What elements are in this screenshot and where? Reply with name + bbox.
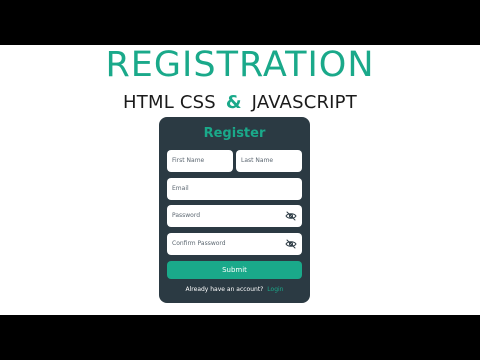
- subtitle-left: HTML CSS: [123, 92, 216, 113]
- account-prompt: Already have an account? Login: [159, 287, 310, 293]
- password-placeholder: Password: [172, 212, 201, 219]
- register-card: Register First Name Last Name Email Pass…: [159, 117, 310, 303]
- first-name-placeholder: First Name: [172, 157, 205, 164]
- eye-slash-icon[interactable]: [285, 239, 297, 249]
- submit-label: Submit: [222, 265, 247, 274]
- register-title: Register: [203, 126, 266, 141]
- confirm-password-field[interactable]: Confirm Password: [167, 233, 302, 255]
- page-subtitle: HTML CSS & JAVASCRIPT: [0, 94, 480, 112]
- email-field[interactable]: Email: [167, 178, 302, 200]
- password-field[interactable]: Password: [167, 205, 302, 227]
- confirm-password-placeholder: Confirm Password: [172, 240, 226, 247]
- account-prompt-text: Already have an account?: [185, 286, 264, 293]
- submit-button[interactable]: Submit: [167, 261, 302, 279]
- eye-slash-icon[interactable]: [285, 211, 297, 221]
- last-name-placeholder: Last Name: [241, 157, 274, 164]
- subtitle-right: JAVASCRIPT: [251, 92, 357, 113]
- last-name-field[interactable]: Last Name: [236, 150, 302, 172]
- subtitle-ampersand: &: [225, 92, 242, 113]
- email-placeholder: Email: [172, 185, 189, 192]
- login-link[interactable]: Login: [267, 286, 283, 293]
- first-name-field[interactable]: First Name: [167, 150, 233, 172]
- page-title: REGISTRATION: [105, 45, 375, 85]
